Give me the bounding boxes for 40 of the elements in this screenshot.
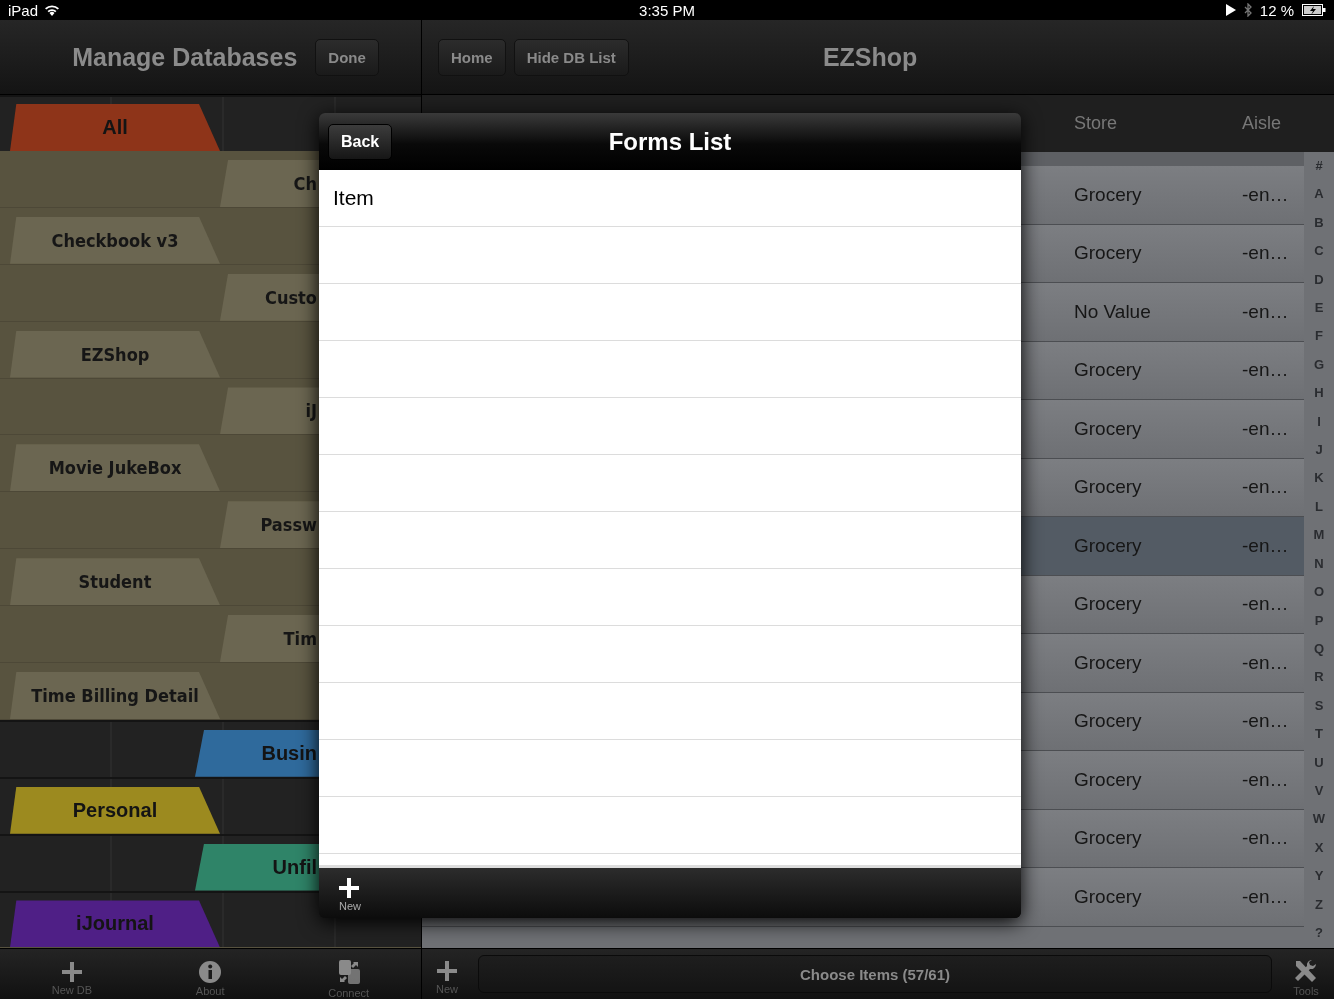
screen-title: EZShop [822,42,918,72]
aisle-cell-text: -en… [1242,359,1290,382]
store-cell-text: Grocery [1074,242,1143,265]
store-cell-text: Grocery [1074,183,1143,206]
store-cell-text: Grocery [1074,476,1143,499]
panel-title: Manage Databases [72,42,298,72]
toolbar-label: About [195,985,225,997]
store-cell-text: Grocery [1074,710,1143,733]
store-cell-text: No Value [1074,300,1152,323]
store-cell-text: Grocery [1074,651,1143,674]
status-time: 3:35 PM [639,1,695,19]
aisle-cell-text: -en… [1242,417,1290,440]
toolbar-label: New [339,900,361,912]
column-header: Store [1074,113,1119,134]
store-cell-text: Grocery [1074,359,1143,382]
popover-title: Forms List [608,127,732,155]
store-cell-text: Grocery [1074,827,1143,850]
toolbar-label: New DB [51,984,93,996]
aisle-cell-text: -en… [1242,768,1290,791]
store-cell-text: Grocery [1074,534,1143,557]
store-cell-text: Grocery [1074,768,1143,791]
store-cell-text: Grocery [1074,885,1143,908]
aisle-cell-text: -en… [1242,593,1290,616]
aisle-cell-text: -en… [1242,183,1290,206]
aisle-cell-text: -en… [1242,827,1290,850]
toolbar-label: New [436,983,458,995]
aisle-cell-text: -en… [1242,534,1290,557]
column-header: Aisle [1242,113,1282,134]
carrier-label: iPad [8,1,39,19]
store-cell-text: Grocery [1074,593,1143,616]
aisle-cell-text: -en… [1242,710,1290,733]
toolbar-label: Tools [1293,985,1319,997]
aisle-cell-text: -en… [1242,242,1290,265]
aisle-cell-text: -en… [1242,885,1290,908]
store-cell-text: Grocery [1074,417,1143,440]
aisle-cell-text: -en… [1242,476,1290,499]
aisle-cell-text: -en… [1242,300,1290,323]
aisle-cell-text: -en… [1242,651,1290,674]
toolbar-label: Connect [328,987,370,999]
battery-percentage: 12 % [1259,1,1294,19]
